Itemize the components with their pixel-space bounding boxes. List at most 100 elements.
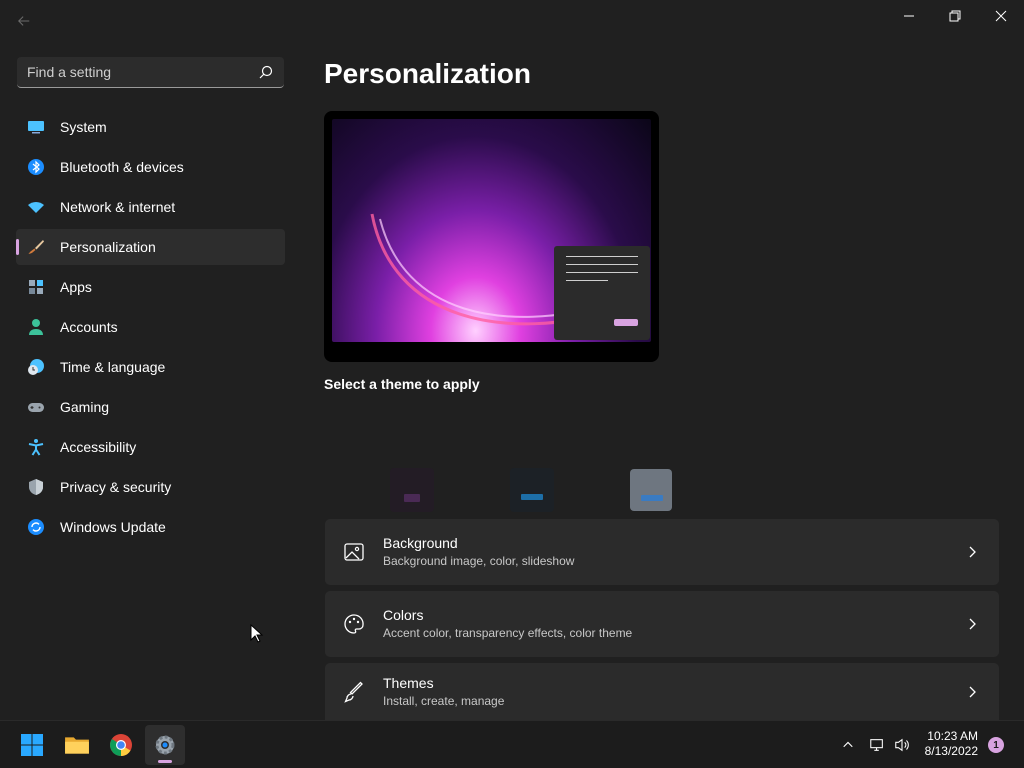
search-box[interactable]: Find a setting (17, 57, 284, 88)
card-title: Colors (383, 607, 424, 623)
windows-start-icon (21, 734, 43, 756)
sidebar-item-label: Accounts (60, 319, 118, 335)
person-icon (26, 317, 46, 337)
sidebar-item-label: Time & language (60, 359, 166, 375)
search-input[interactable]: Find a setting (27, 64, 258, 80)
preview-line (566, 272, 638, 273)
page-title: Personalization (324, 58, 531, 89)
sidebar-item-accounts[interactable]: Accounts (16, 309, 285, 345)
theme-thumbnail[interactable] (390, 468, 434, 512)
arrow-left-icon (18, 16, 30, 26)
card-title: Themes (383, 674, 434, 691)
sidebar-item-label: System (60, 119, 107, 135)
minimize-button[interactable] (886, 0, 932, 32)
sidebar-item-network[interactable]: Network & internet (16, 189, 285, 225)
colors-card[interactable]: Colors Accent color, transparency effect… (325, 591, 999, 657)
gamepad-icon (26, 397, 46, 417)
palette-icon (342, 612, 366, 636)
card-subtitle: Accent color, transparency effects, colo… (383, 626, 633, 640)
system-tray (838, 721, 914, 768)
sidebar-item-label: Gaming (60, 399, 110, 415)
apps-icon (26, 277, 46, 297)
accessibility-icon (26, 437, 46, 457)
clock-globe-icon (26, 357, 46, 377)
start-button[interactable] (12, 725, 52, 765)
preview-line (566, 264, 638, 265)
chevron-up-icon (843, 741, 853, 748)
card-title: Background (383, 535, 458, 551)
file-explorer-icon (65, 737, 89, 754)
theme-accent (521, 494, 543, 500)
settings-icon (155, 735, 175, 755)
wallpaper-preview (332, 119, 651, 342)
image-icon (342, 540, 366, 564)
window-controls (886, 0, 1024, 32)
theme-preview (324, 111, 659, 362)
sidebar-item-label: Privacy & security (60, 479, 172, 495)
brush-pen-icon (342, 680, 366, 704)
sidebar-item-apps[interactable]: Apps (16, 269, 285, 305)
chrome-button[interactable] (101, 725, 141, 765)
theme-thumbnail[interactable] (510, 468, 554, 512)
mouse-cursor-icon (250, 624, 264, 643)
network-tray-button[interactable] (864, 735, 890, 755)
sidebar-item-label: Windows Update (60, 519, 166, 535)
close-button[interactable] (978, 0, 1024, 32)
theme-accent (404, 494, 420, 502)
taskbar-clock[interactable]: 10:23 AM 8/13/2022 (925, 729, 978, 759)
chevron-right-icon (969, 618, 976, 630)
sidebar-item-personalization[interactable]: Personalization (16, 229, 285, 265)
clock-date: 8/13/2022 (924, 744, 978, 758)
sidebar-item-bluetooth[interactable]: Bluetooth & devices (16, 149, 285, 185)
chrome-icon (110, 734, 132, 756)
back-button[interactable] (12, 12, 36, 36)
bluetooth-icon (26, 157, 46, 177)
preview-line (566, 256, 638, 257)
notification-badge[interactable]: 1 (988, 737, 1004, 753)
volume-tray-button[interactable] (890, 735, 914, 755)
update-icon (26, 517, 46, 537)
tray-overflow-button[interactable] (838, 735, 858, 755)
sidebar-item-label: Accessibility (60, 439, 137, 455)
sidebar-item-gaming[interactable]: Gaming (16, 389, 285, 425)
brush-icon (26, 237, 46, 257)
speaker-icon (895, 738, 909, 752)
theme-thumbnail[interactable] (630, 469, 672, 511)
background-card[interactable]: Background Background image, color, slid… (325, 519, 999, 585)
sidebar-item-label: Bluetooth & devices (60, 159, 184, 175)
close-icon (995, 10, 1007, 22)
sidebar-item-privacy[interactable]: Privacy & security (16, 469, 285, 505)
theme-thumbnails (390, 468, 672, 512)
preview-accent-button (614, 319, 638, 326)
themes-card[interactable]: Themes Install, create, manage (325, 663, 999, 720)
wifi-icon (26, 197, 46, 217)
clock-time: 10:23 AM (927, 729, 978, 743)
restore-button[interactable] (932, 0, 978, 32)
restore-icon (949, 10, 961, 22)
card-subtitle: Install, create, manage (383, 693, 505, 708)
theme-accent (641, 495, 663, 501)
minimize-icon (904, 15, 914, 17)
shield-icon (26, 477, 46, 497)
preview-line (566, 280, 608, 281)
taskbar: 10:23 AM 8/13/2022 1 (0, 720, 1024, 768)
sidebar-item-time-language[interactable]: Time & language (16, 349, 285, 385)
monitor-icon (26, 117, 46, 137)
themes-section-label: Select a theme to apply (324, 376, 480, 392)
network-icon (870, 739, 883, 751)
search-icon (259, 65, 273, 79)
sidebar-item-label: Personalization (60, 239, 156, 255)
file-explorer-button[interactable] (57, 725, 97, 765)
sidebar-item-windows-update[interactable]: Windows Update (16, 509, 285, 545)
chevron-right-icon (969, 686, 976, 697)
chevron-right-icon (969, 546, 976, 558)
settings-button[interactable] (145, 725, 185, 765)
sidebar-item-accessibility[interactable]: Accessibility (16, 429, 285, 465)
active-indicator (158, 760, 172, 763)
sidebar-item-system[interactable]: System (16, 109, 285, 145)
preview-window (554, 246, 650, 340)
sidebar-item-label: Apps (60, 279, 92, 295)
sidebar-nav: System Bluetooth & devices Network & int… (16, 109, 285, 549)
card-subtitle: Background image, color, slideshow (383, 554, 575, 568)
sidebar-item-label: Network & internet (60, 199, 176, 215)
